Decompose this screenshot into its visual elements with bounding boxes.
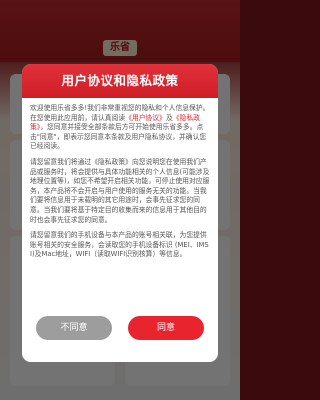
disagree-button[interactable]: 不同意	[36, 316, 112, 340]
device-info-paragraph: 请您留意我们的手机设备与本产品的账号相关联，为您提供账号相关的安全服务，会读取您…	[30, 231, 209, 259]
intro-text-end: ，您同意并接受全部条款后方可开始使用乐省多多。点击"同意"，即表示您同意本条款及…	[30, 123, 207, 151]
privacy-dialog: 用户协议和隐私政策 欢迎使用乐省多多!我们非常重视您的隐私和个人信息保护。在您使…	[22, 64, 218, 362]
intro-and: 及	[165, 113, 173, 122]
dialog-footer: 不同意 同意	[22, 304, 218, 362]
dialog-title: 用户协议和隐私政策	[22, 64, 218, 98]
intro-paragraph: 欢迎使用乐省多多!我们非常重视您的隐私和个人信息保护。在您使用此应用前，请认真阅…	[30, 104, 210, 152]
dialog-content[interactable]: 欢迎使用乐省多多!我们非常重视您的隐私和个人信息保护。在您使用此应用前，请认真阅…	[22, 98, 218, 304]
info-usage-paragraph: 请您留意我们将通过《隐私政策》向您说明您在使用我们产品或服务时，将会提供与具体功…	[30, 157, 210, 224]
user-agreement-link[interactable]: 《用户协议》	[125, 114, 166, 122]
agree-button[interactable]: 同意	[128, 316, 204, 340]
